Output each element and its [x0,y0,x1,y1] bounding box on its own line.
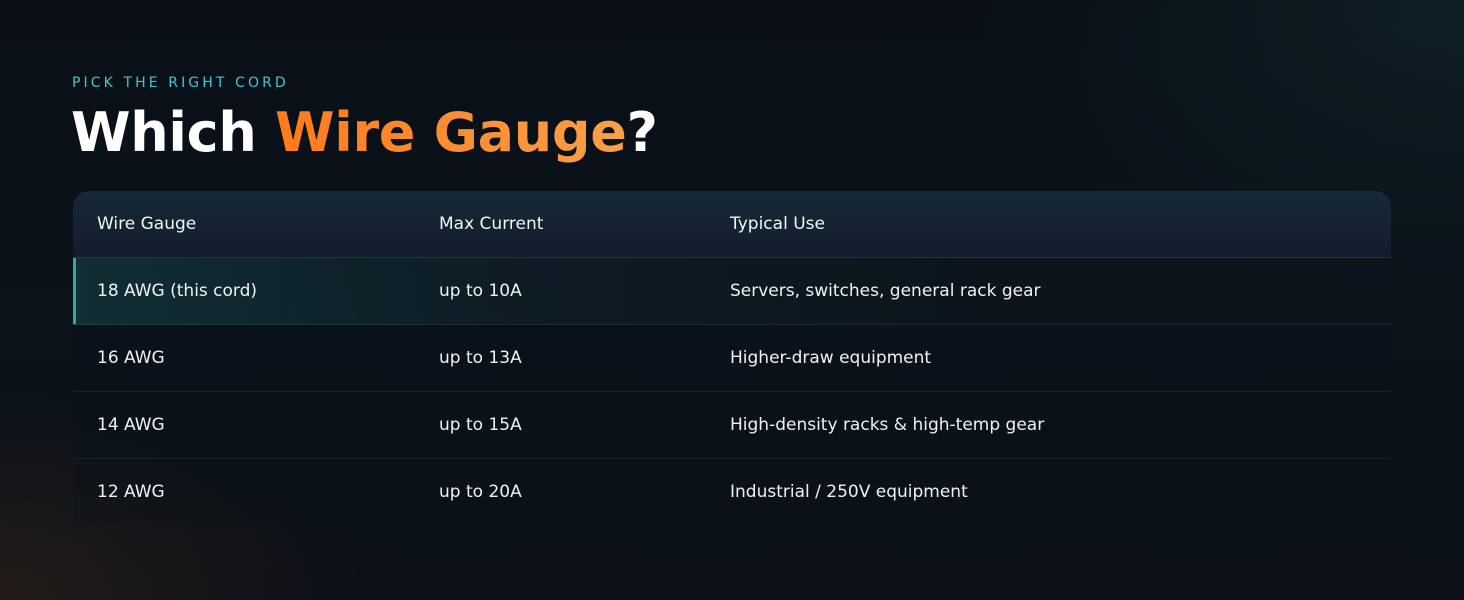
cell-use: Servers, switches, general rack gear [730,281,1041,301]
table-header: Wire Gauge Max Current Typical Use [73,191,1391,258]
cell-gauge: 14 AWG [97,415,165,435]
cell-gauge: 18 AWG (this cord) [97,281,258,301]
wire-gauge-table: Wire Gauge Max Current Typical Use 18 AW… [73,191,1391,525]
table-row-highlighted: 18 AWG (this cord) up to 10A Servers, sw… [73,258,1391,325]
cell-use: Industrial / 250V equipment [730,482,968,502]
column-header-typical-use: Typical Use [730,214,825,234]
cell-current: up to 13A [439,348,522,368]
title-prefix: Which [71,101,275,164]
table-row: 12 AWG up to 20A Industrial / 250V equip… [73,459,1391,525]
cell-use: Higher-draw equipment [730,348,932,368]
table-row: 16 AWG up to 13A Higher-draw equipment [73,325,1391,392]
cell-gauge: 12 AWG [97,482,165,502]
section-eyebrow: PICK THE RIGHT CORD [72,75,289,91]
cell-gauge: 16 AWG [97,348,165,368]
cell-current: up to 20A [439,482,522,502]
cell-use: High-density racks & high-temp gear [730,415,1045,435]
column-header-max-current: Max Current [439,214,544,234]
column-header-wire-gauge: Wire Gauge [97,214,197,234]
page-title: Which Wire Gauge? [71,100,658,166]
cell-current: up to 15A [439,415,522,435]
cell-current: up to 10A [439,281,522,301]
table-row: 14 AWG up to 15A High-density racks & hi… [73,392,1391,459]
title-suffix: ? [626,101,658,164]
title-accent: Wire Gauge [274,101,627,164]
